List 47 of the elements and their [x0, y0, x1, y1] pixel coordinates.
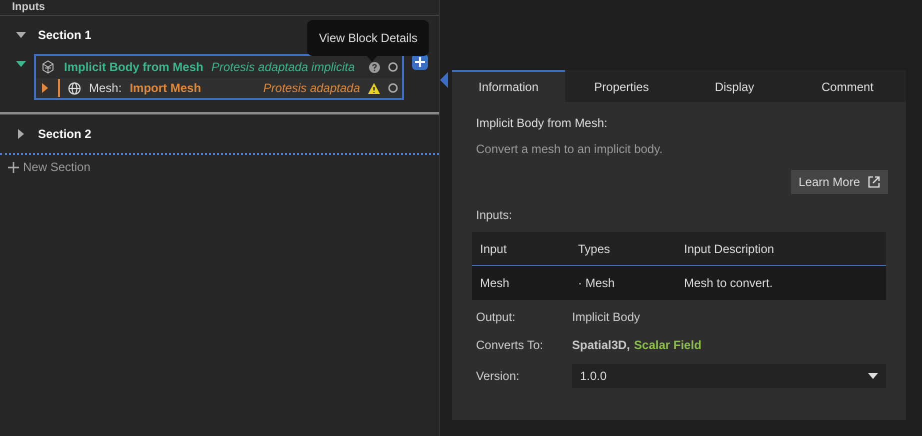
- block-description: Convert a mesh to an implicit body.: [476, 141, 664, 158]
- converts-label: Converts To:: [476, 337, 544, 354]
- column-header: Input: [479, 240, 508, 258]
- block-name: Implicit Body from Mesh: [64, 59, 204, 76]
- panel-title: Inputs: [12, 2, 45, 13]
- new-section-link[interactable]: New Section: [23, 158, 90, 176]
- status-circle-icon: [388, 83, 398, 93]
- dropdown-caret-icon: [868, 373, 878, 379]
- input-label: Mesh:: [89, 80, 122, 97]
- tooltip-pointer-icon: [367, 56, 377, 62]
- learn-more-button[interactable]: Learn More: [790, 170, 888, 194]
- help-icon[interactable]: [369, 62, 380, 72]
- block-card[interactable]: Implicit Body from Mesh Protesis adaptada implicita Mesh: Import Mesh Protesis adaptada: [34, 54, 404, 100]
- expand-triangle-icon[interactable]: [16, 30, 26, 40]
- tab[interactable]: Display: [678, 70, 791, 102]
- tab[interactable]: Comment: [791, 70, 904, 102]
- globe-icon: [68, 82, 81, 94]
- input-source[interactable]: Import Mesh: [130, 79, 202, 97]
- block-alias: Protesis adaptada implicita: [211, 59, 355, 76]
- pointer-triangle-icon: [440, 72, 448, 88]
- expand-triangle-icon[interactable]: [16, 59, 26, 69]
- table-cell-text: Mesh: [479, 275, 510, 292]
- table-cell-text: · Mesh: [578, 275, 616, 292]
- version-dropdown[interactable]: 1.0.0: [572, 364, 886, 388]
- column-header: Input Description: [684, 240, 774, 258]
- tab[interactable]: Properties: [565, 70, 678, 102]
- expand-triangle-icon[interactable]: [40, 83, 50, 93]
- output-value: Implicit Body: [572, 309, 642, 326]
- table-cell-text: Mesh to convert.: [684, 275, 773, 292]
- expand-triangle-icon[interactable]: [16, 129, 26, 139]
- column-header: Types: [578, 240, 612, 258]
- plus-icon: [8, 162, 19, 172]
- status-circle-icon: [388, 62, 398, 72]
- plus-icon: [415, 57, 425, 67]
- type-name: Spatial3D,: [572, 337, 630, 354]
- output-label: Output:: [476, 309, 516, 326]
- tooltip: View Block Details: [307, 20, 430, 56]
- mesh-cube-icon: [40, 59, 56, 75]
- external-link-icon: [868, 176, 880, 188]
- input-alias: Protesis adaptada: [263, 80, 360, 97]
- type-name: Scalar Field: [634, 337, 702, 354]
- inputs-label: Inputs:: [476, 207, 514, 224]
- tab[interactable]: Information: [452, 70, 565, 102]
- section-title[interactable]: Section 2: [38, 125, 92, 143]
- section-title[interactable]: Section 1: [38, 26, 92, 44]
- block-title: Implicit Body from Mesh:: [476, 115, 608, 132]
- version-label: Version:: [476, 368, 520, 385]
